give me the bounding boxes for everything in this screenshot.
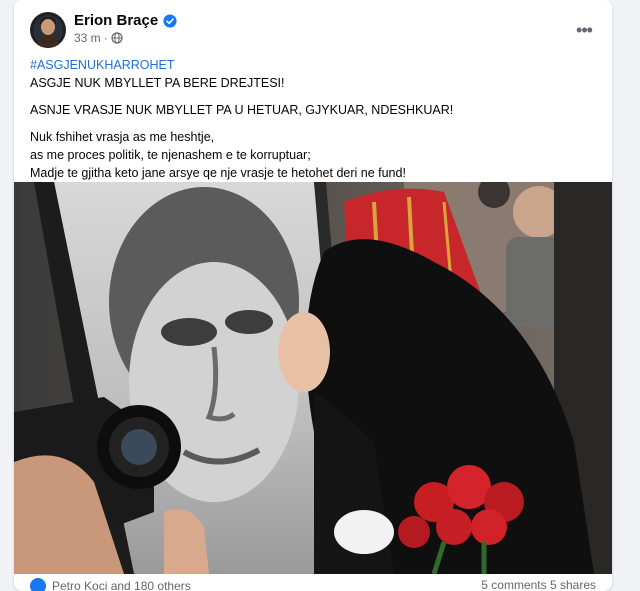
post-text: #ASGJENUKHARROHET ASGJE NUK MBYLLET PA B…	[30, 56, 596, 182]
globe-icon	[111, 32, 123, 44]
reactions-summary[interactable]: Petro Koci and 180 others	[30, 578, 191, 591]
post-header: Erion Braçe 33 m · •••	[14, 10, 612, 50]
author-name[interactable]: Erion Braçe	[74, 12, 158, 29]
post-line: as me proces politik, te njenashem e te …	[30, 148, 311, 162]
author-line: Erion Braçe	[74, 12, 177, 29]
meta-separator: ·	[103, 31, 108, 45]
like-reaction-icon	[30, 578, 46, 591]
post-paragraph: ASNJE VRASJE NUK MBYLLET PA U HETUAR, GJ…	[30, 103, 454, 117]
post-line: Madje te gjitha keto jane arsye qe nje v…	[30, 166, 406, 180]
photo-illustration	[14, 182, 612, 574]
more-options-button[interactable]: •••	[568, 14, 600, 46]
post-time[interactable]: 33 m	[74, 31, 101, 45]
reactions-text: Petro Koci and 180 others	[52, 579, 191, 591]
verified-badge-icon	[163, 13, 177, 28]
hashtag-link[interactable]: #ASGJENUKHARROHET	[30, 56, 596, 74]
more-options-icon: •••	[576, 20, 593, 40]
post-photo[interactable]	[14, 182, 612, 574]
engagement-stats[interactable]: 5 comments 5 shares	[481, 578, 596, 591]
post-footer: Petro Koci and 180 others 5 comments 5 s…	[30, 578, 596, 591]
post-paragraph: ASGJE NUK MBYLLET PA BERE DREJTESI!	[30, 76, 285, 90]
avatar[interactable]	[30, 12, 66, 48]
feed-post: Erion Braçe 33 m · ••• #ASGJENUKHARROHET…	[14, 0, 612, 591]
post-meta: 33 m ·	[74, 31, 123, 45]
post-line: Nuk fshihet vrasja as me heshtje,	[30, 130, 215, 144]
